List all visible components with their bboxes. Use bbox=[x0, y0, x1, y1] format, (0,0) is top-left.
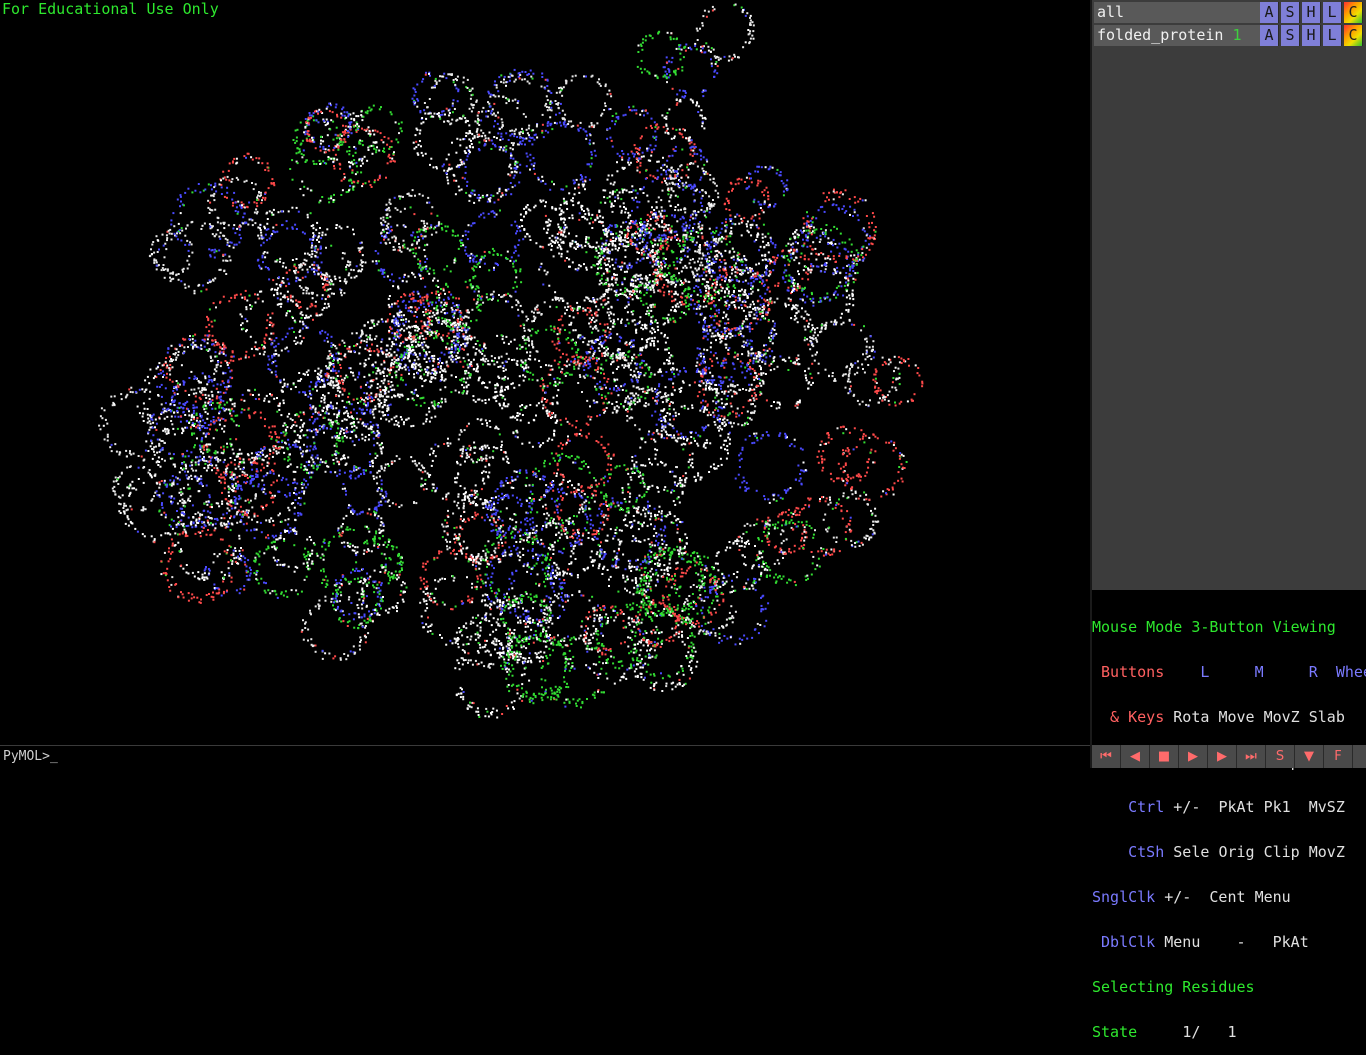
object-state: 1 bbox=[1232, 26, 1241, 44]
action-button[interactable]: A bbox=[1260, 2, 1279, 23]
educational-watermark: For Educational Use Only bbox=[2, 0, 219, 18]
object-row-all[interactable]: all A S H L C bbox=[1094, 2, 1366, 23]
color-button[interactable]: C bbox=[1344, 25, 1363, 46]
protein-dot-surface[interactable] bbox=[0, 0, 1090, 745]
legend-row: Ctrl +/- PkAt Pk1 MvSZ bbox=[1092, 800, 1366, 815]
legend-row: DblClk Menu - PkAt bbox=[1092, 935, 1366, 950]
action-button[interactable]: A bbox=[1260, 25, 1279, 46]
stop-button[interactable]: ■ bbox=[1150, 745, 1179, 768]
selecting-mode[interactable]: Selecting Residues bbox=[1092, 980, 1366, 995]
object-name-folded-protein[interactable]: folded_protein 1 bbox=[1094, 25, 1260, 46]
dropdown-button[interactable]: ▼ bbox=[1295, 745, 1324, 768]
prev-frame-button[interactable]: ◀ bbox=[1121, 745, 1150, 768]
label-button[interactable]: L bbox=[1323, 25, 1342, 46]
legend-row: CtSh Sele Orig Clip MovZ bbox=[1092, 845, 1366, 860]
object-name-all[interactable]: all bbox=[1094, 2, 1260, 23]
hide-button[interactable]: H bbox=[1302, 2, 1321, 23]
playback-controls: ⏮ ◀ ■ ▶ ▶ ⏭ S ▼ F bbox=[1092, 745, 1366, 768]
legend-row: SnglClk +/- Cent Menu bbox=[1092, 890, 1366, 905]
show-button[interactable]: S bbox=[1281, 25, 1300, 46]
show-button[interactable]: S bbox=[1281, 2, 1300, 23]
color-button[interactable]: C bbox=[1344, 2, 1363, 23]
label-button[interactable]: L bbox=[1323, 2, 1342, 23]
command-input[interactable]: PyMOL>_ bbox=[0, 745, 1090, 768]
first-frame-button[interactable]: ⏮ bbox=[1092, 745, 1121, 768]
object-row-folded-protein[interactable]: folded_protein 1 A S H L C bbox=[1094, 25, 1366, 46]
legend-row: & Keys Rota Move MovZ Slab bbox=[1092, 710, 1366, 725]
scene-button[interactable]: S bbox=[1266, 745, 1295, 768]
state-indicator: State 1/ 1 bbox=[1092, 1025, 1366, 1040]
last-frame-button[interactable]: ⏭ bbox=[1237, 745, 1266, 768]
next-frame-button[interactable]: ▶ bbox=[1208, 745, 1237, 768]
command-prompt: PyMOL>_ bbox=[3, 749, 58, 764]
fullscreen-button[interactable]: F bbox=[1324, 745, 1353, 768]
hide-button[interactable]: H bbox=[1302, 25, 1321, 46]
molecular-viewport[interactable]: For Educational Use Only bbox=[0, 0, 1090, 745]
mouse-mode-title[interactable]: Mouse Mode 3-Button Viewing bbox=[1092, 620, 1366, 635]
mouse-mode-legend[interactable]: Mouse Mode 3-Button Viewing Buttons L M … bbox=[1092, 590, 1366, 745]
legend-header: Buttons L M R Wheel bbox=[1092, 665, 1366, 680]
play-button[interactable]: ▶ bbox=[1179, 745, 1208, 768]
